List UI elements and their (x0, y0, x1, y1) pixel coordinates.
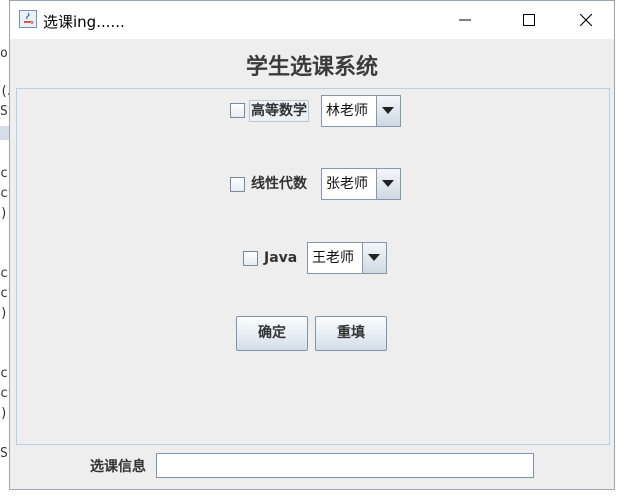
window-title: 选课ing...... (43, 13, 125, 31)
course-info-label: 选课信息 (90, 459, 146, 475)
title-bar[interactable]: 选课ing...... (10, 1, 614, 39)
close-icon (580, 14, 592, 26)
teacher-select-value: 王老师 (312, 250, 354, 266)
teacher-select-value: 张老师 (326, 176, 368, 192)
teacher-select-java[interactable]: 王老师 (307, 242, 387, 274)
page-title: 学生选课系统 (245, 54, 378, 80)
java-app-icon (19, 10, 37, 28)
chevron-down-icon (368, 254, 380, 261)
course-info-field[interactable] (156, 453, 534, 478)
course-label-math[interactable]: 高等数学 (249, 100, 309, 122)
course-checkbox-java[interactable] (243, 251, 258, 266)
teacher-select-math[interactable]: 林老师 (321, 95, 401, 127)
minimize-icon (459, 19, 471, 21)
confirm-button[interactable]: 确定 (236, 316, 308, 351)
course-label-java[interactable]: Java (264, 248, 297, 268)
minimize-button[interactable] (442, 1, 488, 39)
reset-button[interactable]: 重填 (315, 316, 387, 351)
close-button[interactable] (563, 1, 609, 39)
chevron-down-icon (382, 107, 394, 114)
maximize-icon (523, 14, 535, 26)
maximize-button[interactable] (506, 1, 552, 39)
dropdown-button[interactable] (376, 96, 400, 126)
teacher-select-value: 林老师 (326, 103, 368, 119)
chevron-down-icon (382, 180, 394, 187)
course-checkbox-math[interactable] (230, 103, 245, 118)
teacher-select-linear-algebra[interactable]: 张老师 (321, 168, 401, 200)
course-checkbox-linear-algebra[interactable] (230, 177, 245, 192)
course-label-linear-algebra[interactable]: 线性代数 (251, 174, 307, 194)
dropdown-button[interactable] (376, 169, 400, 199)
course-selection-window: 选课ing...... 学生选课系统 高等数学 林老师 线性代数 张老师 Jav… (9, 0, 615, 490)
dropdown-button[interactable] (362, 243, 386, 273)
